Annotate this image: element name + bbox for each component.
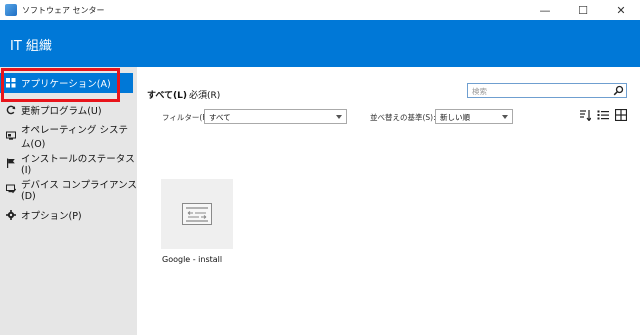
chevron-down-icon — [336, 115, 342, 119]
sidebar-item-label: インストールのステータス(I) — [21, 153, 135, 176]
search-input[interactable]: 検索 — [467, 83, 627, 98]
sidebar-item-label: 更新プログラム(U) — [21, 106, 102, 117]
tile-view-icon[interactable] — [615, 109, 627, 121]
app-tile-google-install[interactable] — [161, 179, 233, 249]
grid-apps-icon — [6, 78, 16, 88]
sidebar-item-applications[interactable]: アプリケーション(A) — [0, 73, 133, 93]
gear-icon — [6, 210, 16, 220]
window-controls: — ☐ ✕ — [526, 0, 640, 20]
sidebar-item-options[interactable]: オプション(P) — [0, 205, 137, 225]
sidebar-item-operating-systems[interactable]: オペレーティング システム(O) — [0, 125, 137, 150]
sidebar-item-installation-status[interactable]: インストールのステータス(I) — [0, 153, 137, 176]
sidebar: アプリケーション(A) 更新プログラム(U) オペレーティング システム(O) … — [0, 67, 137, 335]
app-name[interactable]: Google - install — [162, 255, 222, 264]
chevron-down-icon — [502, 115, 508, 119]
close-button[interactable]: ✕ — [602, 0, 640, 20]
sidebar-item-updates[interactable]: 更新プログラム(U) — [0, 100, 137, 120]
sidebar-item-label: オプション(P) — [21, 211, 82, 222]
sort-dropdown[interactable]: 新しい順 — [435, 109, 513, 124]
software-center-app-icon — [5, 4, 17, 16]
sidebar-item-label: デバイス コンプライアンス(D) — [21, 179, 137, 202]
sidebar-item-device-compliance[interactable]: デバイス コンプライアンス(D) — [0, 179, 137, 202]
title-bar: ソフトウェア センター — ☐ ✕ — [0, 0, 640, 20]
flag-icon — [6, 158, 16, 168]
tab-required[interactable]: 必須(R) — [189, 88, 220, 101]
tab-all[interactable]: すべて(L) — [147, 88, 187, 101]
organization-header: IT 組織 — [0, 20, 640, 67]
maximize-button[interactable]: ☐ — [564, 0, 602, 20]
main-content: すべて(L) 必須(R) 検索 フィルター(F): すべて 並べ替えの基準(S)… — [137, 67, 640, 335]
monitor-os-icon — [6, 131, 16, 141]
search-placeholder: 検索 — [472, 87, 487, 96]
organization-title: IT 組織 — [10, 39, 52, 54]
sort-order-icon[interactable] — [579, 109, 591, 121]
minimize-button[interactable]: — — [526, 0, 564, 20]
sort-label: 並べ替えの基準(S): — [370, 113, 436, 122]
list-view-icon[interactable] — [597, 109, 609, 121]
sort-value: 新しい順 — [440, 113, 470, 122]
sidebar-item-label: オペレーティング システム(O) — [21, 125, 128, 150]
app-package-icon — [182, 203, 212, 225]
filter-dropdown[interactable]: すべて — [204, 109, 347, 124]
filter-value: すべて — [209, 113, 231, 122]
refresh-icon — [6, 105, 16, 115]
device-compliance-icon — [6, 184, 16, 194]
search-icon[interactable] — [613, 85, 624, 96]
window-title: ソフトウェア センター — [22, 5, 105, 15]
sidebar-item-label: アプリケーション(A) — [21, 79, 111, 90]
